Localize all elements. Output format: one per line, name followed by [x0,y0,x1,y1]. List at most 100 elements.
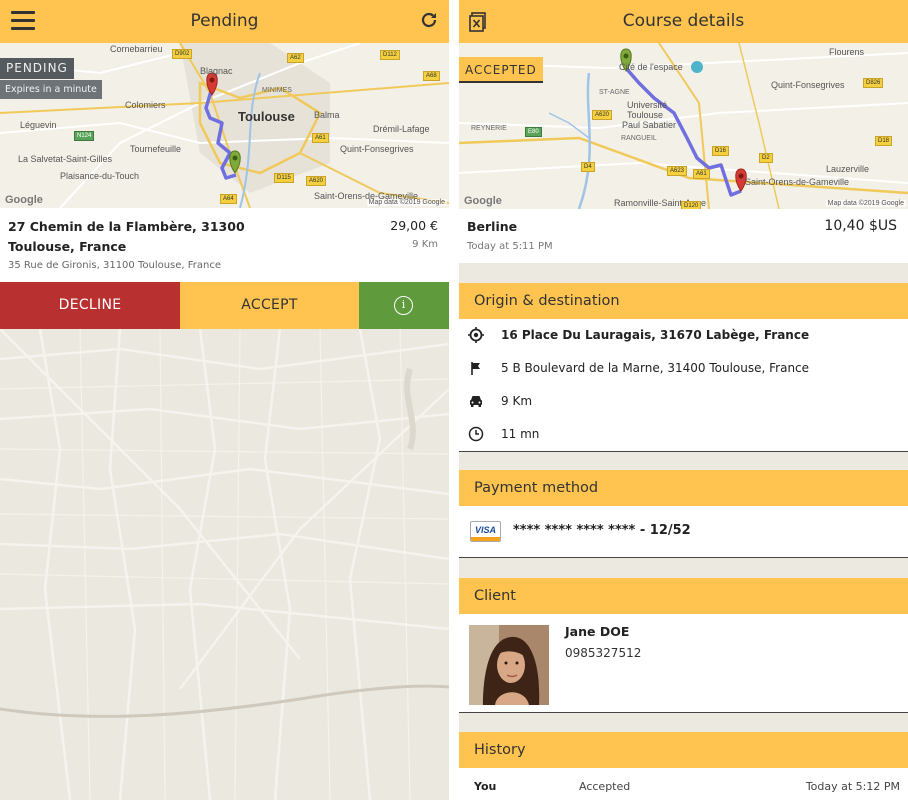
client-phone[interactable]: 0985327512 [565,646,641,660]
map-label-balma: Balma [314,110,340,120]
map-strip-3 [459,558,908,578]
course-duration: 11 mn [501,427,540,441]
road-a64: A64 [220,194,237,204]
page-title: Pending [190,11,259,31]
client-title: Client [474,588,516,604]
road-a620: A620 [592,110,613,120]
client-name: Jane DOE [565,624,630,639]
target-icon [468,327,484,343]
origin-row: 16 Place Du Lauragais, 31670 Labège, Fra… [459,319,908,352]
map-label-colomiers: Colomiers [125,100,166,110]
google-logo-course: Google [464,195,502,207]
destination-address-detail: 5 B Boulevard de la Marne, 31400 Toulous… [501,361,810,375]
visa-card-icon: VISA [470,521,501,542]
background-map[interactable] [0,328,449,800]
map-label-rangueil: RANGUEIL [621,135,657,142]
road-a620: A620 [306,176,327,186]
card-number: **** **** **** **** - 12/52 [513,523,691,538]
road-d2: D2 [759,153,773,163]
map-label-lauzerville: Lauzerville [826,164,870,174]
destination-address: 35 Rue de Gironis, 31100 Toulouse, Franc… [8,260,222,271]
course-details-screen: Course details Cité de l'espace Flourens… [459,0,908,800]
info-icon: i [394,296,413,315]
map-label-quint: Quint-Fonsegrives [340,144,414,154]
map-attribution: Map data ©2019 Google [366,199,447,206]
road-a68: A68 [423,71,440,81]
road-d902: D902 [172,49,193,59]
car-icon [468,393,484,409]
road-d826: D826 [863,78,884,88]
map-label-cite-espace: Cité de l'espace [619,62,683,72]
client-header: Client [459,578,908,614]
map-strip [459,263,908,283]
map-strip-4 [459,713,908,732]
map-label-dremil: Drémil-Lafage [373,124,430,134]
history-actor: You [474,780,497,793]
map-label-quint-fonsegrives: Quint-Fonsegrives [771,80,845,90]
map-label-blagnac: Blagnac [200,66,233,76]
map-label-toulouse: Toulouse [238,109,295,124]
client-avatar[interactable] [469,625,549,705]
expires-badge: Expires in a minute [0,80,102,99]
map-label-cornebarrieu: Cornebarrieu [110,44,163,54]
pending-status-badge: PENDING [0,58,74,79]
history-header: History [459,732,908,768]
google-logo: Google [5,194,43,206]
clock-icon [468,426,484,442]
course-time: Today at 5:11 PM [467,241,553,252]
flag-icon [468,360,484,376]
course-summary: Berline Today at 5:11 PM 10,40 $US [459,209,908,263]
road-a623: A623 [667,166,688,176]
map-label-toulouse-3: Toulouse [627,110,664,120]
map-strip-2 [459,452,908,470]
origin-address: 16 Place Du Lauragais, 31670 Labège, Fra… [501,328,810,342]
payment-header: Payment method [459,470,908,506]
map-label-leguevin: Léguevin [20,120,57,130]
origin-destination-title: Origin & destination [474,293,620,309]
top-bar: Pending [0,0,449,43]
history-status: Accepted [579,780,631,793]
trip-distance: 9 Km [412,239,438,250]
accepted-status-badge: ACCEPTED [459,57,543,83]
accept-button[interactable]: ACCEPT [180,282,359,329]
origin-destination-section: 16 Place Du Lauragais, 31670 Labège, Fra… [459,319,908,452]
payment-section: VISA **** **** **** **** - 12/52 [459,506,908,558]
history-title: History [474,742,526,758]
map-label-tournefeuille: Tournefeuille [130,144,182,154]
payment-title: Payment method [474,480,599,496]
map-label-st-agne: ST-AGNE [599,89,630,96]
vehicle-type: Berline [467,219,518,234]
map-label-universite: Université [627,100,668,110]
page-title-course: Course details [622,11,745,31]
road-e80: E80 [525,127,542,137]
map-label-paul-sabatier: Paul Sabatier [622,120,677,130]
trip-price: 29,00 € [390,218,438,233]
info-button[interactable]: i [359,282,449,329]
trip-summary[interactable]: 27 Chemin de la Flambère, 31300 Toulouse… [0,208,449,282]
top-bar-course: Course details [459,0,908,43]
refresh-icon[interactable] [419,10,439,30]
road-d4: D4 [581,162,595,172]
road-d112: D112 [380,50,400,60]
map-label-lasalvetat: La Salvetat-Saint-Gilles [18,154,113,164]
map-label-reynerie: REYNERIE [471,125,507,132]
road-d120: D120 [681,201,702,209]
road-a62: A62 [287,53,304,63]
decline-button[interactable]: DECLINE [0,282,180,329]
road-d115: D115 [274,173,294,183]
history-time: Today at 5:12 PM [805,780,900,793]
client-section: Jane DOE 0985327512 [459,614,908,713]
destination-row: 5 B Boulevard de la Marne, 31400 Toulous… [459,352,908,385]
map-label-flourens: Flourens [829,47,865,57]
pending-screen: Pending Cornebarrieu Blagnac MINIMES Tou… [0,0,449,800]
map-label-minimes: MINIMES [262,87,292,94]
road-a61: A61 [693,169,710,179]
road-d16: D16 [712,146,730,156]
pickup-address: 27 Chemin de la Flambère, 31300 Toulouse… [8,219,245,254]
history-row: You Accepted Today at 5:12 PM [459,772,908,800]
map-label-plaisance: Plaisance-du-Touch [60,171,140,181]
duration-row: 11 mn [459,418,908,451]
course-distance: 9 Km [501,394,533,408]
road-n124: N124 [74,131,95,141]
road-d18: D18 [875,136,893,146]
